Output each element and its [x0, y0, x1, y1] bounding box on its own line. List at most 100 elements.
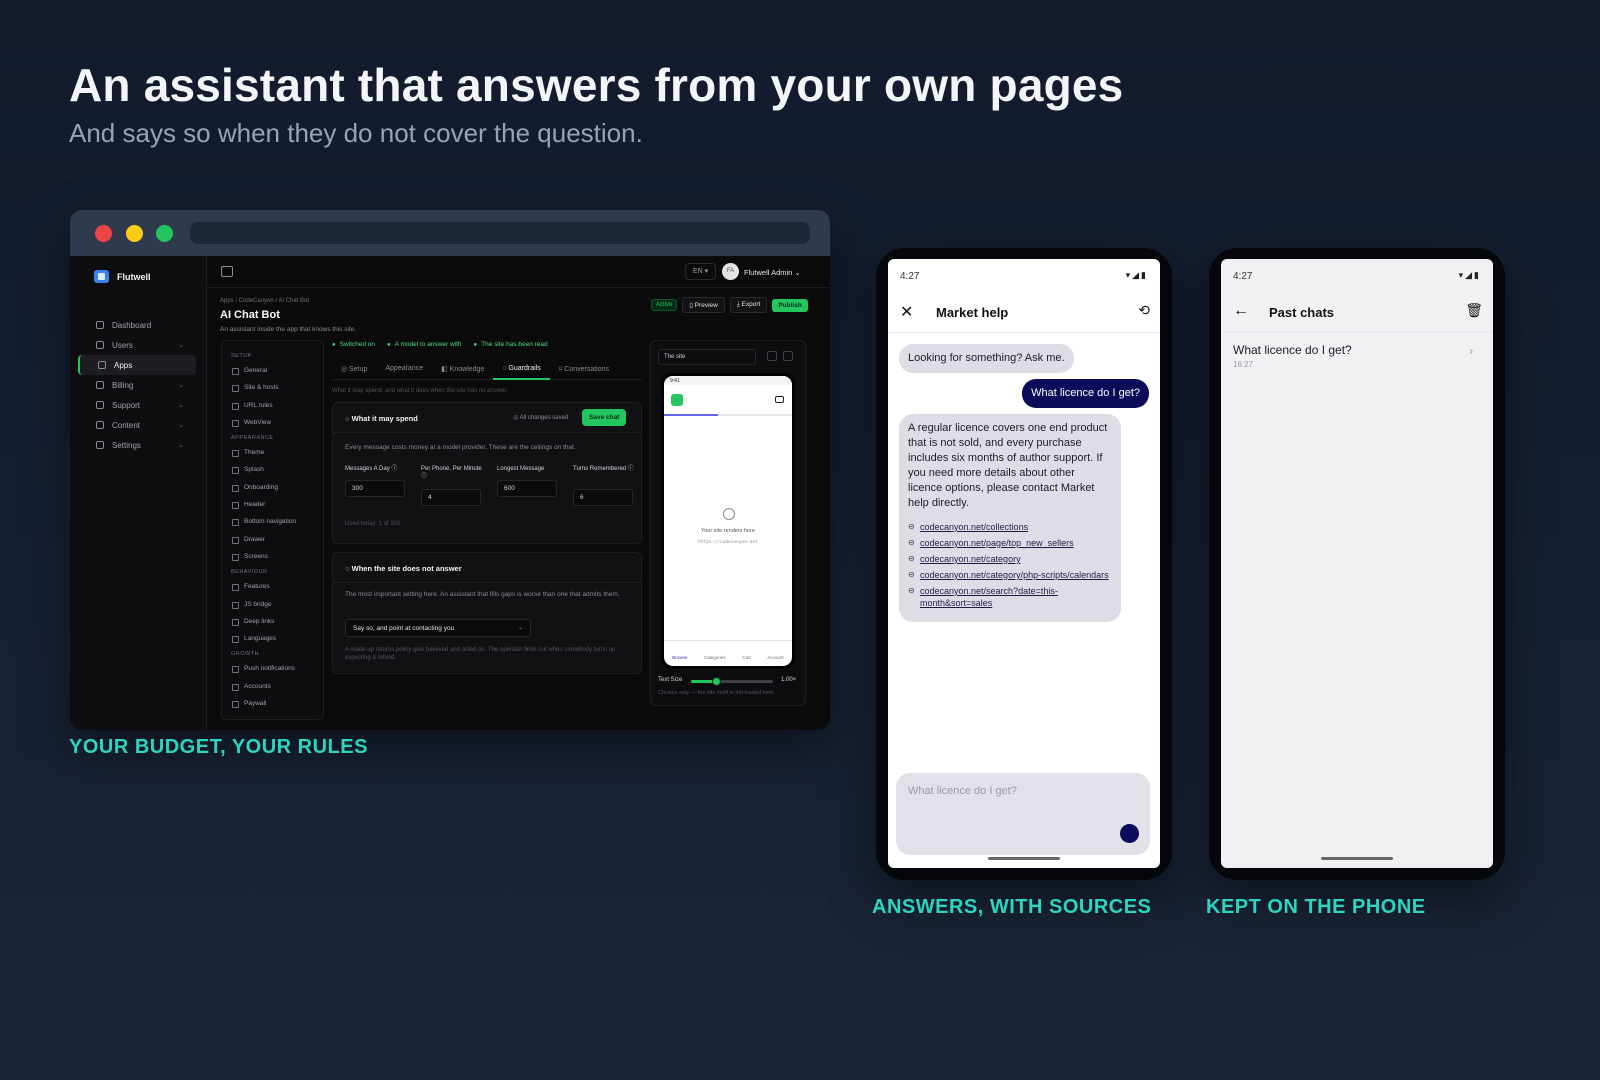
turns-remembered-input[interactable]: 6	[573, 489, 633, 506]
subnav-item-js-bridge[interactable]: JS bridge	[222, 596, 323, 613]
subnav-item-header[interactable]: Header	[222, 496, 323, 513]
sidebar-item-settings[interactable]: Settings ⌄	[78, 435, 196, 455]
sidebar-item-label: Users	[112, 340, 133, 350]
breadcrumb[interactable]: Apps / CodeCanyon / AI Chat Bot	[220, 298, 309, 304]
sidebar-item-label: Dashboard	[112, 320, 152, 330]
saved-indicator: ◎ All changes saved	[513, 415, 569, 421]
readiness-checks: Switched on A model to answer with The sit…	[332, 341, 548, 348]
preview-source-select[interactable]: The site	[658, 349, 756, 365]
export-button[interactable]: ⤓ Export	[729, 297, 768, 313]
tab-appearance[interactable]: Appearance	[376, 358, 432, 380]
subnav-item-drawer[interactable]: Drawer	[222, 531, 323, 548]
subnav-section-growth: GROWTH	[231, 651, 260, 658]
preview-tab-account[interactable]: Account	[767, 655, 783, 666]
message-composer[interactable]: What licence do I get?	[896, 773, 1150, 855]
subnav-item-theme[interactable]: Theme	[222, 444, 323, 461]
subnav-item-paywall[interactable]: Paywall	[222, 695, 323, 712]
subnav-item-onboarding[interactable]: Onboarding	[222, 479, 323, 496]
maximize-window-dot[interactable]	[156, 225, 173, 242]
minimize-window-dot[interactable]	[126, 225, 143, 242]
source-link[interactable]: ⊖ codecanyon.net/page/top_new_sellers	[908, 537, 1112, 549]
subnav-section-behaviour: BEHAVIOUR	[231, 569, 268, 576]
subnav-section-setup: SETUP	[231, 353, 252, 359]
send-button[interactable]	[1120, 824, 1139, 843]
back-arrow-icon[interactable]: ←	[1233, 302, 1249, 320]
source-link[interactable]: ⊖ codecanyon.net/search?date=this-month&s…	[908, 585, 1112, 609]
source-link[interactable]: ⊖ codecanyon.net/collections	[908, 521, 1112, 533]
sidebar-item-label: Apps	[114, 360, 133, 370]
subnav-item-splash[interactable]: Splash	[222, 461, 323, 478]
sidebar-item-billing[interactable]: Billing ⌄	[78, 375, 196, 395]
tab-conversations[interactable]: ⌑ Conversations	[550, 358, 618, 380]
sidebar-item-content[interactable]: Content ⌄	[78, 415, 196, 435]
sidebar-item-left: Dashboard	[96, 321, 151, 330]
settings-tabs: ◎ Setup Appearance ◧ Knowledge ◌ Guardrails…	[332, 358, 642, 380]
account-menu[interactable]: Flutwell Admin ⌄	[744, 268, 801, 277]
page-title: AI Chat Bot	[220, 309, 280, 321]
preview-tab-categories[interactable]: Categories	[704, 655, 726, 666]
brand[interactable]: Flutwell	[70, 270, 206, 283]
sidebar-item-dashboard[interactable]: Dashboard	[78, 315, 196, 335]
text-size-slider[interactable]	[691, 677, 773, 686]
subnav-item-accounts[interactable]: Accounts	[222, 678, 323, 695]
sidebar-item-label: Support	[112, 400, 141, 410]
preview-bottom-nav: Browse Categories Cart Account	[664, 640, 792, 666]
sidebar-nav: Dashboard Users ⌄ Apps Billing ⌄ Support ⌄ Conte…	[70, 315, 206, 455]
address-bar[interactable]	[190, 222, 810, 244]
fallback-behaviour-select[interactable]: Say so, and point at contacting you ⌄	[345, 619, 531, 637]
sidebar-item-left: Settings	[96, 441, 141, 450]
source-link[interactable]: ⊖ codecanyon.net/category/php-scripts/cal…	[908, 569, 1112, 581]
longest-message-input[interactable]: 600	[497, 480, 557, 497]
link-icon: ⊖	[908, 570, 915, 579]
sidebar-item-apps[interactable]: Apps	[78, 355, 196, 375]
history-icon[interactable]: ⟲	[1138, 302, 1150, 319]
source-link-text: codecanyon.net/search?date=this-month&so…	[920, 586, 1058, 608]
text-size-handle[interactable]	[711, 677, 721, 686]
language-select[interactable]: EN ▾	[685, 263, 717, 280]
sidebar-item-support[interactable]: Support ⌄	[78, 395, 196, 415]
preview-tab-cart[interactable]: Cart	[742, 655, 751, 666]
subnav-item-webview[interactable]: WebView	[222, 414, 323, 431]
home-indicator[interactable]	[1321, 857, 1393, 860]
subnav-item-features[interactable]: Features	[222, 578, 323, 595]
subnav-item-general[interactable]: General	[222, 362, 323, 379]
chat-icon[interactable]	[775, 396, 784, 403]
subnav-item-url-rules[interactable]: URL rules	[222, 397, 323, 414]
phone-chat: 4:27 ▾◢▮ ✕ Market help ⟲ Looking for som…	[876, 248, 1172, 880]
subnav-item-languages[interactable]: Languages	[222, 630, 323, 647]
per-phone-per-minute-input[interactable]: 4	[421, 489, 481, 506]
caption-budget: YOUR BUDGET, YOUR RULES	[69, 736, 368, 758]
subnav-item-deep-links[interactable]: Deep links	[222, 613, 323, 630]
home-indicator[interactable]	[988, 857, 1060, 860]
sidebar-toggle-icon[interactable]	[221, 266, 233, 277]
tab-guardrails[interactable]: ◌ Guardrails	[493, 358, 550, 380]
signal-battery-icon: ▾◢▮	[1458, 270, 1481, 280]
tab-setup[interactable]: ◎ Setup	[332, 358, 376, 380]
main-content: EN ▾ FA Flutwell Admin ⌄ Apps / CodeCany…	[207, 256, 830, 730]
source-link[interactable]: ⊖ codecanyon.net/category	[908, 553, 1112, 565]
subnav-item-site-hosts[interactable]: Site & hosts	[222, 379, 323, 396]
user-message-bubble: What licence do I get?	[1022, 379, 1149, 408]
sidebar-item-users[interactable]: Users ⌄	[78, 335, 196, 355]
save-chat-button[interactable]: Save chat	[582, 409, 627, 426]
close-window-dot[interactable]	[95, 225, 112, 242]
theme-toggle-icon[interactable]	[767, 351, 777, 361]
preview-tab-browse[interactable]: Browse	[672, 655, 687, 666]
preview-button[interactable]: ▯ Preview	[682, 297, 725, 313]
tab-knowledge[interactable]: ◧ Knowledge	[432, 358, 493, 380]
app-icon	[98, 361, 106, 369]
close-icon[interactable]: ✕	[900, 302, 913, 322]
subnav-item-screens[interactable]: Screens	[222, 548, 323, 565]
caption-kept: KEPT ON THE PHONE	[1206, 896, 1426, 918]
past-chat-row[interactable]: What licence do I get? 16:27 ›	[1221, 333, 1493, 375]
admin-app: Flutwell Dashboard Users ⌄ Apps Billing ⌄ Supp…	[70, 256, 830, 730]
avatar[interactable]: FA	[722, 263, 739, 280]
messages-a-day-input[interactable]: 300	[345, 480, 405, 497]
subheadline: And says so when they do not cover the q…	[69, 118, 643, 148]
publish-button[interactable]: Publish	[772, 298, 808, 312]
subnav-item-bottom-navigation[interactable]: Bottom navigation	[222, 513, 323, 530]
trash-icon[interactable]: 🗑	[1465, 302, 1483, 319]
text-size-label: Text Size	[658, 677, 683, 683]
subnav-item-push-notifications[interactable]: Push notifications	[222, 660, 323, 677]
rotate-icon[interactable]	[783, 351, 793, 361]
